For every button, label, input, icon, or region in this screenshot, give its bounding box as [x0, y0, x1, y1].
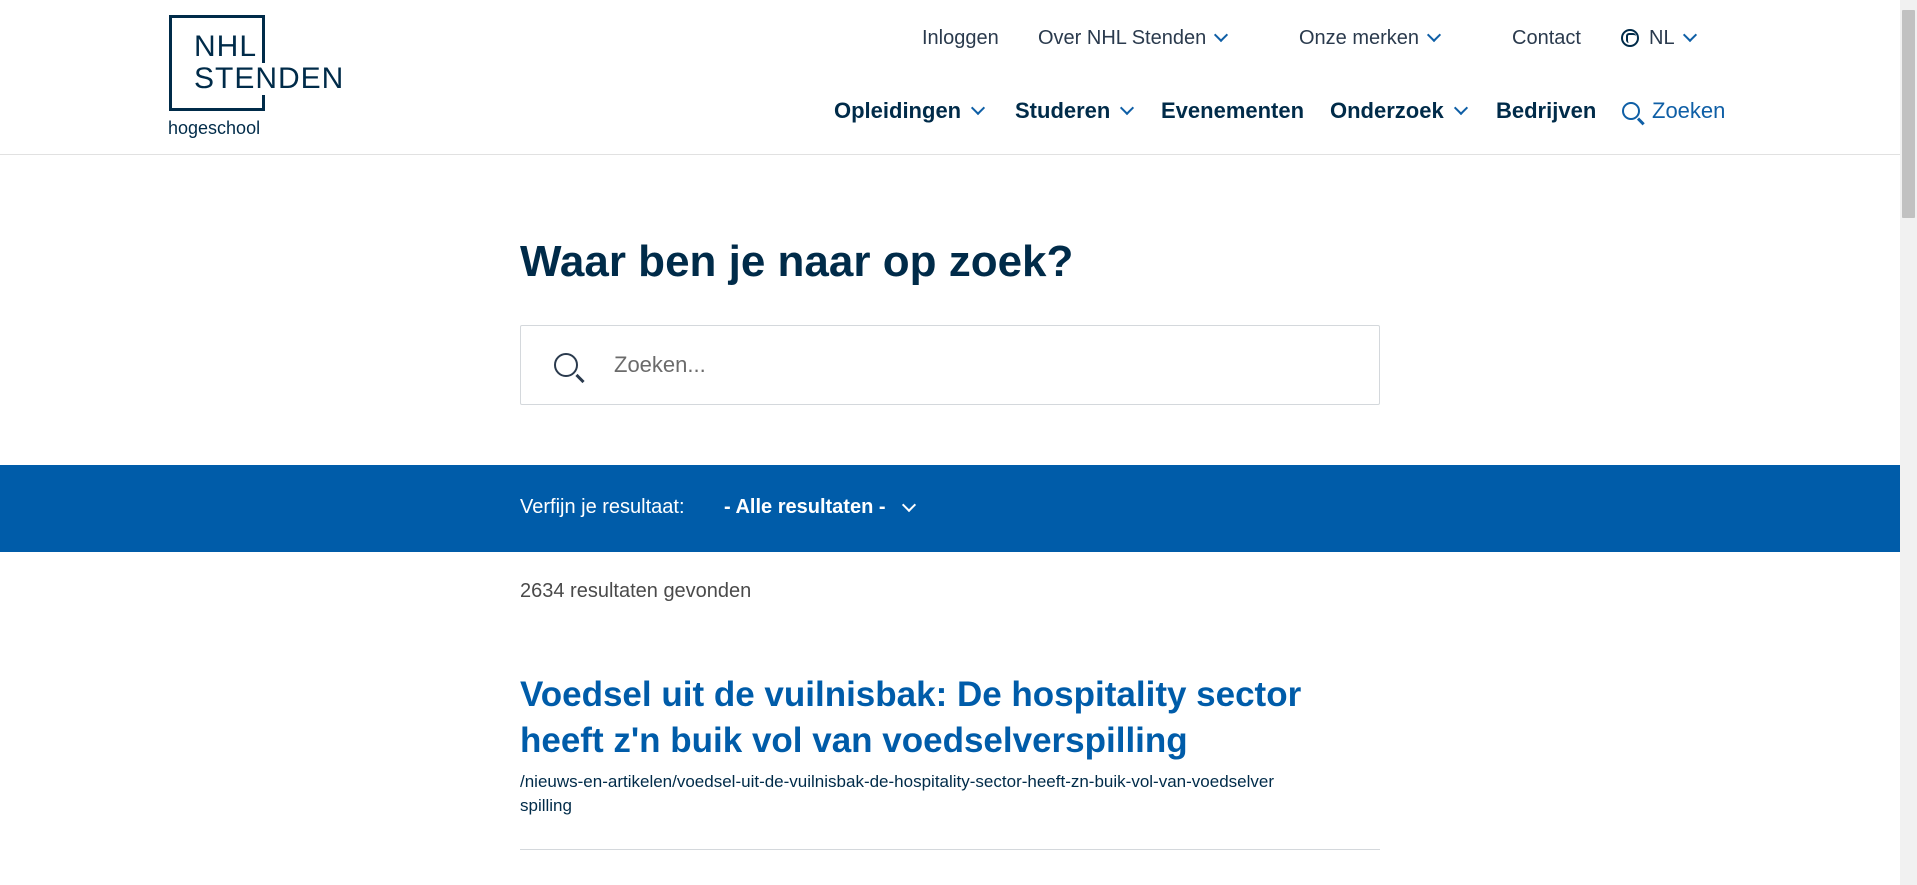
result-url: /nieuws-en-artikelen/voedsel-uit-de-vuil… — [520, 772, 1274, 815]
result-count: 2634 resultaten gevonden — [520, 580, 752, 602]
chevron-down-icon — [971, 100, 986, 116]
scrollbar-thumb[interactable] — [1902, 10, 1915, 218]
filter-bar: Verfijn je resultaat: - Alle resultaten … — [0, 465, 1900, 552]
contact-link[interactable]: Contact — [1512, 27, 1581, 50]
chevron-down-icon — [1453, 100, 1468, 116]
nhl-stenden-logo[interactable]: NHL STENDEN hogeschool — [168, 14, 347, 142]
result-title-link[interactable]: Voedsel uit de vuilnisbak: De hospitalit… — [520, 672, 1320, 764]
filter-dropdown[interactable]: - Alle resultaten - — [724, 496, 916, 519]
chevron-down-icon — [1682, 27, 1697, 43]
language-label: NL — [1649, 26, 1675, 49]
search-result: Voedsel uit de vuilnisbak: De hospitalit… — [520, 672, 1380, 818]
nav-onderzoek-label: Onderzoek — [1330, 98, 1444, 123]
search-input[interactable] — [614, 352, 1354, 378]
nav-studeren-label: Studeren — [1015, 98, 1111, 123]
logo-line-1: NHL — [194, 30, 258, 63]
brands-menu[interactable]: Onze merken — [1299, 26, 1442, 50]
nav-bedrijven-label: Bedrijven — [1496, 98, 1597, 123]
nav-studeren[interactable]: Studeren — [1015, 98, 1135, 124]
about-menu[interactable]: Over NHL Stenden — [1038, 26, 1229, 50]
chevron-down-icon — [1120, 100, 1135, 116]
logo-line-2: STENDEN — [194, 62, 347, 95]
contact-label: Contact — [1512, 26, 1581, 49]
nav-search-label: Zoeken — [1652, 98, 1726, 123]
nav-onderzoek[interactable]: Onderzoek — [1330, 98, 1468, 124]
login-label: Inloggen — [922, 26, 999, 49]
chevron-down-icon — [1214, 27, 1229, 43]
nav-bedrijven[interactable]: Bedrijven — [1496, 98, 1596, 124]
nav-opleidingen-label: Opleidingen — [834, 98, 962, 123]
nav-search[interactable]: Zoeken — [1622, 98, 1725, 124]
filter-label: Verfijn je resultaat: — [520, 496, 685, 518]
globe-icon — [1621, 29, 1639, 47]
chevron-down-icon — [901, 497, 916, 512]
site-header: NHL STENDEN hogeschool Inloggen Over NHL… — [0, 0, 1900, 155]
filter-selected-value: - Alle resultaten - — [724, 496, 886, 518]
nav-evenementen-label: Evenementen — [1161, 98, 1305, 123]
logo-line-3: hogeschool — [168, 118, 261, 138]
nav-evenementen[interactable]: Evenementen — [1161, 98, 1304, 124]
search-icon — [554, 353, 578, 377]
page-scrollbar[interactable] — [1900, 0, 1917, 885]
chevron-down-icon — [1426, 27, 1442, 43]
search-box — [520, 325, 1380, 405]
brands-label: Onze merken — [1299, 26, 1420, 49]
nav-opleidingen[interactable]: Opleidingen — [834, 98, 986, 124]
page-title: Waar ben je naar op zoek? — [520, 237, 1074, 286]
result-divider — [520, 849, 1380, 850]
language-selector[interactable]: NL — [1621, 26, 1697, 50]
about-label: Over NHL Stenden — [1038, 26, 1207, 49]
login-link[interactable]: Inloggen — [922, 27, 999, 50]
search-icon — [1622, 102, 1640, 120]
